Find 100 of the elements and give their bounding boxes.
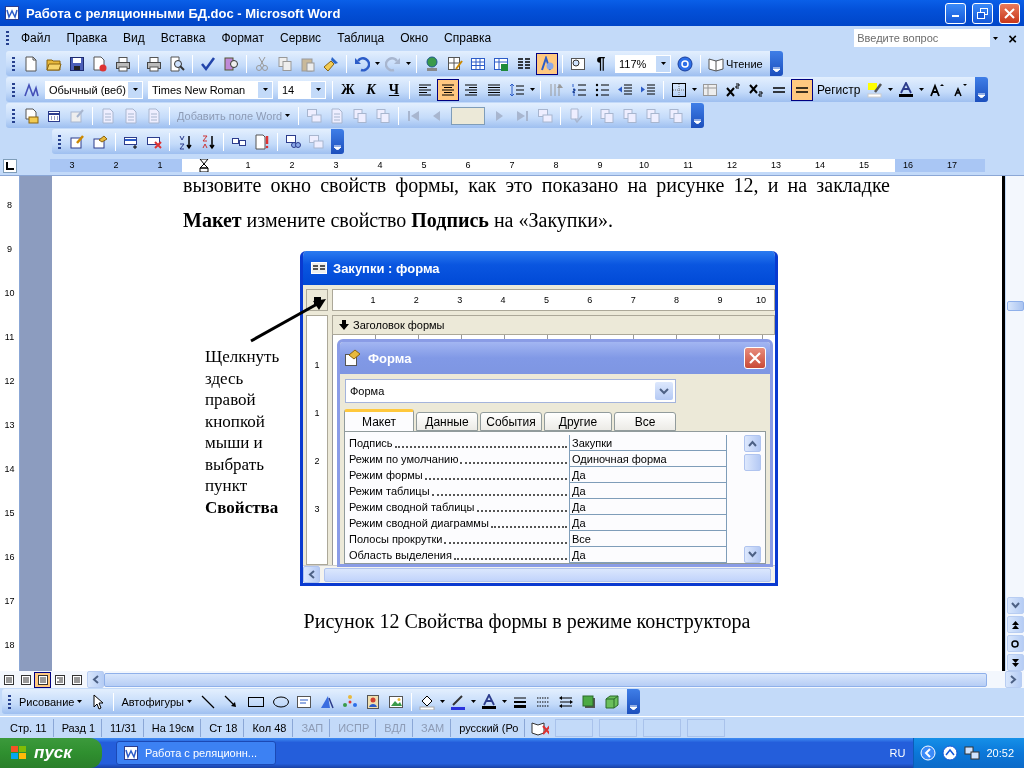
ruler-number: 6 (465, 159, 471, 172)
dialog-title: Форма (368, 350, 413, 366)
status-item: Ст 18 (203, 718, 245, 737)
ruler-number: 10 (639, 159, 649, 172)
tab[interactable]: Другие (544, 412, 612, 431)
ruler-number: 2 (289, 159, 295, 172)
property-value-field[interactable]: Да (569, 483, 727, 499)
property-name: Область выделения (349, 549, 569, 561)
object-dropdown[interactable]: Форма (345, 379, 676, 403)
status-item: ЗАП (295, 718, 331, 737)
tab[interactable]: Данные (416, 412, 478, 431)
menu-item[interactable]: Окно (392, 29, 437, 47)
status-item: русский (Ро (453, 718, 526, 737)
ruler-number: 12 (727, 159, 737, 172)
ruler-number: 3 (333, 159, 339, 172)
ruler-number: 1 (157, 159, 163, 172)
font-size-dropdown[interactable]: 14 (278, 80, 326, 99)
ruler-number: 2 (412, 295, 420, 305)
figure-caption: Рисунок 12 Свойства формы в режиме конструктора (303, 610, 751, 633)
ruler-number: 2 (314, 456, 320, 466)
status-item: Разд 1 (55, 718, 102, 737)
ruler-number: 10 (754, 295, 767, 305)
ruler-number: 1 (314, 408, 320, 418)
property-name: Режим по умолчанию (349, 453, 569, 465)
property-value-field[interactable]: Одиночная форма (569, 451, 727, 467)
status-item: На 19см (145, 718, 202, 737)
underline-button[interactable]: Ч (383, 78, 405, 101)
ruler-number: 10 (4, 288, 15, 300)
ruler-number: 3 (456, 295, 464, 305)
autoshapes-menu-button[interactable]: Автофигуры (118, 690, 196, 713)
ruler-number: 14 (815, 159, 825, 172)
ruler-number: 5 (421, 159, 427, 172)
property-name: Режим сводной таблицы (349, 501, 569, 513)
ruler-number: 13 (771, 159, 781, 172)
section-bar[interactable]: Заголовок формы (332, 315, 775, 335)
taskbar-button[interactable]: Работа с реляционн... (116, 741, 276, 765)
start-label: пуск (34, 743, 72, 763)
show-formatting-button[interactable]: ¶ (590, 52, 612, 75)
menu-item[interactable]: Правка (58, 29, 116, 47)
tab[interactable]: События (480, 412, 542, 431)
ruler-number: 6 (586, 295, 594, 305)
italic-button[interactable]: К (360, 78, 382, 101)
vertical-ruler[interactable]: 8 9 10 11 12 13 14 15 16 17 18 (0, 176, 20, 671)
property-value-field[interactable]: Закупки (569, 435, 727, 451)
property-value-field[interactable]: Да (569, 467, 727, 483)
ruler-number: 13 (4, 420, 15, 432)
start-button[interactable]: пуск (0, 738, 102, 768)
ruler-number: 1 (245, 159, 251, 172)
zoom-dropdown[interactable]: 117% (615, 54, 671, 73)
help-search-field[interactable]: Введите вопрос (854, 29, 991, 47)
ruler-number: 1 (369, 295, 377, 305)
drawing-menu-button[interactable]: Рисование (16, 690, 87, 713)
ruler-number: 11 (683, 159, 693, 172)
menu-item[interactable]: Справка (436, 29, 500, 47)
tab[interactable]: Макет (344, 409, 414, 431)
status-item: Кол 48 (246, 718, 294, 737)
reading-button[interactable]: Чтение (705, 52, 766, 75)
callout-text: Щелкнуть здесь правой кнопкой мыши и выбрать пункт Свойства (205, 346, 281, 519)
language-indicator[interactable]: RU (889, 747, 906, 759)
ruler-number: 8 (7, 200, 12, 212)
clock: 20:52 (986, 747, 1014, 759)
menu-item[interactable]: Формат (213, 29, 273, 47)
property-value-field[interactable]: Да (569, 547, 727, 563)
property-value-field[interactable]: Да (569, 515, 727, 531)
ruler-number: 1 (314, 360, 320, 370)
property-name: Режим таблицы (349, 485, 569, 497)
property-value-field[interactable]: Все (569, 531, 727, 547)
style-dropdown[interactable]: Обычный (веб) (45, 80, 143, 99)
status-item: Стр. 11 (4, 718, 54, 737)
property-name: Подпись (349, 437, 569, 449)
status-item: ВДЛ (378, 718, 414, 737)
window-title: Закупки : форма (333, 260, 440, 276)
menu-item[interactable]: Сервис (272, 29, 330, 47)
change-case-button[interactable]: Регистр (814, 78, 864, 101)
ruler-number: 14 (4, 464, 15, 476)
ruler-number: 17 (4, 596, 15, 608)
ruler-number: 9 (7, 244, 12, 256)
bold-button[interactable]: Ж (337, 78, 359, 101)
ruler-number: 4 (499, 295, 507, 305)
ruler-number: 8 (553, 159, 559, 172)
menu-item[interactable]: Вставка (152, 29, 214, 47)
menu-item[interactable]: Файл (13, 29, 59, 47)
ruler-number: 7 (629, 295, 637, 305)
property-value-field[interactable]: Да (569, 499, 727, 515)
section-title: Заголовок формы (353, 319, 445, 331)
menu-item[interactable]: Таблица (329, 29, 393, 47)
horizontal-ruler[interactable]: 3 2 1 1 2 3 4 5 6 7 8 9 10 11 12 13 14 15 16 17 (50, 159, 985, 172)
tab[interactable]: Все (614, 412, 676, 431)
property-name: Режим сводной диаграммы (349, 517, 569, 529)
font-dropdown[interactable]: Times New Roman (148, 80, 273, 99)
ruler-number: 9 (716, 295, 724, 305)
ruler-number: 9 (597, 159, 603, 172)
ruler-number: 7 (509, 159, 515, 172)
status-item: 11/31 (104, 718, 144, 737)
body-paragraph: вызовите окно свойств формы, как это показано на рисунке 12, и на закладке Макет измените свойство Подпись на «Закупки». (183, 176, 890, 234)
menu-item[interactable]: Вид (115, 29, 153, 47)
close-document-button[interactable]: × (1005, 29, 1020, 47)
ruler-number: 15 (4, 508, 15, 520)
ruler-number: 15 (859, 159, 869, 172)
ruler-number: 17 (947, 159, 957, 172)
